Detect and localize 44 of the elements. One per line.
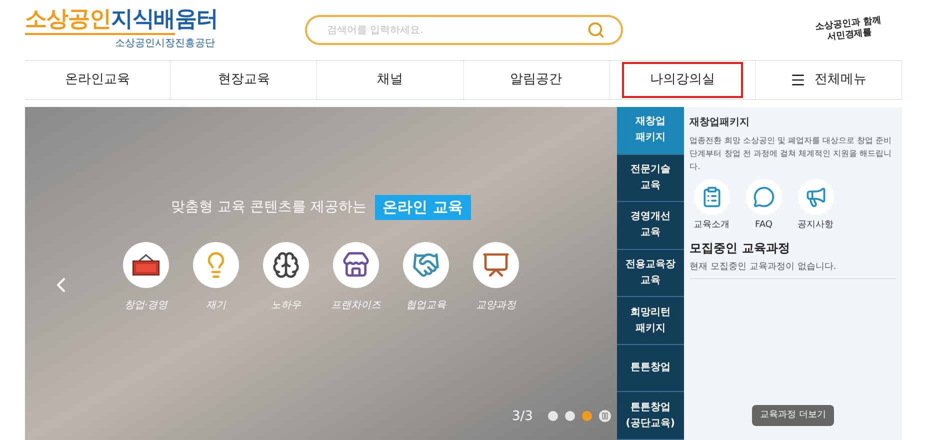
category-label: 프랜차이즈 [330, 298, 381, 312]
category-button[interactable] [122, 242, 169, 288]
megaphone-icon [804, 186, 827, 208]
nav-tab[interactable]: 나의강의실 [622, 62, 743, 98]
side-tab[interactable]: 경영개선 교육 [616, 202, 684, 250]
recruit-empty-message: 현재 모집중인 교육과정이 없습니다. [690, 260, 896, 279]
all-menu-button[interactable]: 전체메뉴 [778, 62, 878, 98]
more-courses-button[interactable]: 교육과정 더보기 [752, 404, 834, 426]
panel-description: 업종전환 희망 소상공인 및 폐업자를 대상으로 창업 준비단계부터 창업 전 과정에 걸쳐 체계적인 지원을 해드립니다. [690, 135, 893, 173]
side-tab[interactable]: 재창업 패키지 [616, 107, 684, 155]
side-tab[interactable]: 희망리턴 패키지 [616, 297, 684, 345]
open-sign-icon [130, 252, 161, 276]
search-icon[interactable] [587, 21, 605, 39]
category-label: 협업교육 [406, 298, 446, 312]
banner-headline: 맞춤형 교육 콘텐츠를 제공하는 [171, 198, 367, 217]
category-label: 교양과정 [476, 298, 516, 312]
category-label: 재기 [206, 298, 226, 312]
banner-highlight: 온라인 교육 [374, 195, 471, 220]
handshake-icon [412, 250, 440, 278]
nav-tab[interactable]: 온라인교육 [53, 62, 142, 98]
side-tab[interactable]: 튼튼창업 [616, 344, 684, 392]
category-label: 노하우 [270, 298, 301, 312]
category-button[interactable] [332, 242, 379, 288]
presentation-icon [482, 250, 510, 278]
side-tab[interactable]: 전문기술 교육 [616, 154, 684, 202]
category-label: 창업·경영 [124, 298, 168, 312]
category-button[interactable] [262, 242, 309, 288]
side-tab[interactable]: 전용교육장 교육 [616, 250, 684, 298]
pause-icon[interactable] [598, 410, 611, 422]
side-tab[interactable]: 튼튼창업 (공단교육) [616, 392, 684, 440]
logo-subtitle: 소상공인시장진흥공단 [115, 37, 215, 51]
recruit-title: 모집중인 교육과정 [690, 240, 791, 256]
nav-tab[interactable]: 현장교육 [206, 62, 282, 98]
category-button[interactable] [472, 242, 519, 288]
nav-tab[interactable]: 채널 [364, 62, 415, 98]
slide-counter: 3/3 [512, 408, 533, 426]
panel-title: 재창업패키지 [690, 116, 751, 130]
store-icon [342, 250, 370, 278]
nav-tab[interactable]: 알림공간 [498, 62, 574, 98]
slogan-logo: 소상공인과 함께 서민경제를 [814, 15, 883, 44]
chat-icon [752, 186, 775, 208]
menu-icon [790, 72, 806, 88]
search-field[interactable]: 검색어를 입력하세요. [305, 15, 623, 45]
site-logo[interactable]: 소상공인지식배움터 [25, 9, 225, 31]
